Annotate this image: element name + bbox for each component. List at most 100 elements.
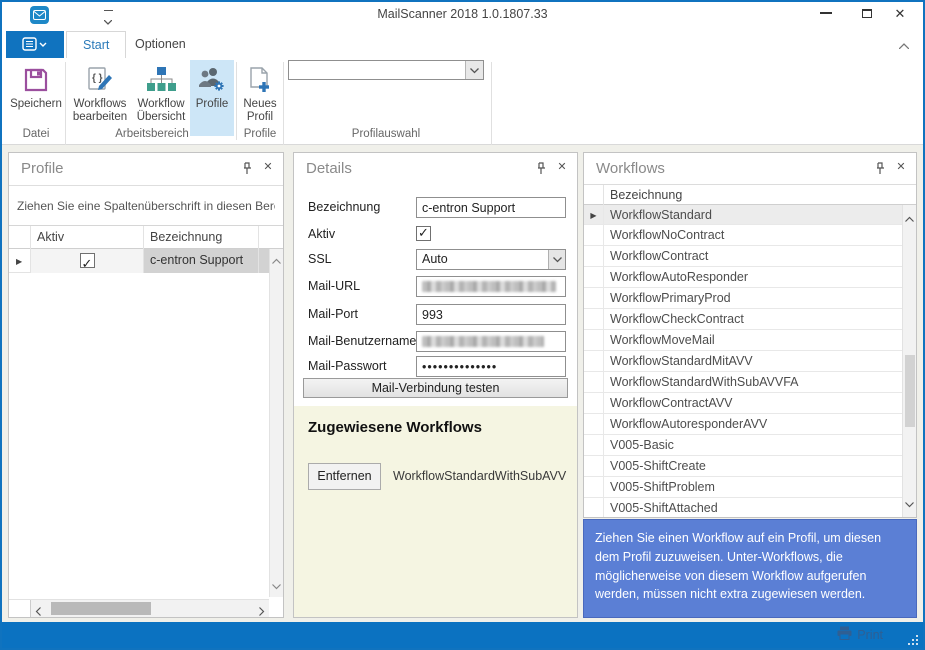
group-label-arbeitsbereich: Arbeitsbereich: [68, 126, 236, 142]
maximize-button[interactable]: [852, 2, 882, 26]
close-icon[interactable]: ✕: [555, 160, 569, 174]
ssl-select[interactable]: Auto: [416, 249, 566, 270]
pin-icon[interactable]: [241, 162, 255, 176]
row-indicator: [584, 456, 604, 477]
group-by-area[interactable]: Ziehen Sie eine Spaltenüberschrift in di…: [9, 185, 283, 226]
row-indicator: [584, 393, 604, 414]
info-text: Ziehen Sie einen Workflow auf ein Profil…: [595, 529, 905, 604]
profile-aktiv-cell[interactable]: [31, 249, 144, 273]
assigned-workflow-name: WorkflowStandardWithSubAVV: [393, 469, 566, 483]
mail-passwort-field[interactable]: [416, 356, 566, 377]
workflow-name: WorkflowAutoResponder: [610, 270, 748, 284]
row-indicator: ▶: [584, 205, 604, 226]
workflow-uebersicht-button[interactable]: Workflow Übersicht: [133, 60, 189, 136]
mail-url-field[interactable]: [416, 276, 566, 297]
new-document-icon: [239, 62, 281, 98]
workflow-row[interactable]: WorkflowAutoResponder: [584, 267, 902, 288]
row-indicator: [584, 225, 604, 246]
profile-row[interactable]: ▶ c-entron Support: [9, 249, 283, 273]
profile-extra-cell[interactable]: [259, 249, 269, 273]
close-icon[interactable]: ✕: [261, 160, 275, 174]
assigned-workflows-heading: Zugewiesene Workflows: [308, 419, 482, 436]
aktiv-checkbox[interactable]: [80, 253, 95, 268]
scroll-left-icon[interactable]: [35, 603, 41, 621]
profile-select-combobox[interactable]: [288, 60, 484, 80]
workflow-name: WorkflowNoContract: [610, 228, 724, 242]
save-button[interactable]: Speichern: [10, 60, 62, 136]
app-menu-icon: [22, 37, 48, 56]
workflow-name: V005-ShiftProblem: [610, 480, 715, 494]
workflow-row[interactable]: WorkflowNoContract: [584, 225, 902, 246]
column-header-bezeichnung[interactable]: Bezeichnung: [610, 188, 682, 202]
workflow-row[interactable]: V005-ShiftCreate: [584, 456, 902, 477]
scroll-down-icon[interactable]: [905, 495, 914, 513]
test-mail-connection-button[interactable]: Mail-Verbindung testen: [303, 378, 568, 398]
workflow-row[interactable]: WorkflowStandardWithSubAVVFA: [584, 372, 902, 393]
workflow-name: V005-ShiftCreate: [610, 459, 706, 473]
group-label-profilauswahl: Profilauswahl: [288, 126, 484, 142]
collapse-ribbon-icon[interactable]: [899, 36, 917, 52]
minimize-button[interactable]: [811, 2, 841, 26]
profile-button[interactable]: Profile: [190, 60, 234, 136]
workflow-row[interactable]: WorkflowContract: [584, 246, 902, 267]
workflow-name: WorkflowContractAVV: [610, 396, 733, 410]
pin-icon[interactable]: [874, 162, 888, 176]
profiles-vertical-scrollbar[interactable]: [269, 249, 283, 597]
column-header-partial[interactable]: [259, 226, 269, 249]
profile-bezeichnung-cell[interactable]: c-entron Support: [144, 249, 259, 273]
group-label-datei: Datei: [10, 126, 62, 142]
workflows-vertical-scrollbar[interactable]: [902, 205, 916, 517]
mail-port-field[interactable]: [416, 304, 566, 325]
column-header-aktiv[interactable]: Aktiv: [31, 226, 144, 249]
vertical-scroll-thumb[interactable]: [905, 355, 915, 427]
mail-benutzername-field[interactable]: [416, 331, 566, 352]
pin-icon[interactable]: [535, 162, 549, 176]
workflow-drag-info-box: Ziehen Sie einen Workflow auf ein Profil…: [583, 519, 917, 618]
printer-icon: [837, 626, 852, 643]
scroll-up-icon[interactable]: [905, 209, 914, 227]
window-title: MailScanner 2018 1.0.1807.33: [2, 7, 923, 21]
scroll-down-icon[interactable]: [272, 577, 281, 595]
field-label-mail-benutzername: Mail-Benutzername: [308, 334, 416, 348]
row-indicator: [584, 351, 604, 372]
details-panel: Details ✕ Bezeichnung Aktiv SSL Auto: [293, 152, 578, 618]
tab-start[interactable]: Start: [66, 31, 126, 58]
close-button[interactable]: ✕: [885, 2, 915, 26]
workflow-row[interactable]: V005-ShiftAttached: [584, 498, 902, 517]
workflow-row[interactable]: V005-Basic: [584, 435, 902, 456]
bezeichnung-field[interactable]: [416, 197, 566, 218]
workflow-row[interactable]: V005-ShiftProblem: [584, 477, 902, 498]
resize-grip[interactable]: [908, 635, 918, 645]
redacted-value: [422, 336, 544, 347]
workflow-row[interactable]: WorkflowPrimaryProd: [584, 288, 902, 309]
scroll-up-icon[interactable]: [272, 251, 281, 269]
svg-text:{ }: { }: [92, 73, 103, 84]
aktiv-field-checkbox[interactable]: [416, 226, 431, 241]
workflows-panel: Workflows ✕ Bezeichnung ▶ WorkflowStanda…: [583, 152, 917, 518]
horizontal-scroll-thumb[interactable]: [51, 602, 151, 615]
combobox-dropdown-icon[interactable]: [465, 61, 483, 79]
row-indicator: [584, 330, 604, 351]
scroll-right-icon[interactable]: [259, 603, 265, 621]
org-chart-icon: [133, 62, 189, 98]
remove-workflow-button[interactable]: Entfernen: [308, 463, 381, 490]
workflows-grid-header: Bezeichnung: [584, 184, 916, 205]
tab-optionen[interactable]: Optionen: [119, 31, 202, 58]
workflow-row[interactable]: WorkflowStandardMitAVV: [584, 351, 902, 372]
print-button[interactable]: Print: [837, 626, 883, 643]
close-icon[interactable]: ✕: [894, 160, 908, 174]
workflow-row[interactable]: WorkflowAutoresponderAVV: [584, 414, 902, 435]
workflow-name: WorkflowStandardMitAVV: [610, 354, 753, 368]
workflows-panel-header: Workflows ✕: [584, 153, 916, 185]
application-menu-button[interactable]: [6, 31, 64, 58]
select-dropdown-icon[interactable]: [548, 250, 565, 269]
workflow-name: WorkflowContract: [610, 249, 708, 263]
workflows-bearbeiten-button[interactable]: { } Workflows bearbeiten: [68, 60, 132, 136]
workflow-row[interactable]: ▶ WorkflowStandard: [584, 205, 902, 225]
column-header-bezeichnung[interactable]: Bezeichnung: [144, 226, 259, 249]
workflow-row[interactable]: WorkflowMoveMail: [584, 330, 902, 351]
workflow-row[interactable]: WorkflowContractAVV: [584, 393, 902, 414]
workflow-row[interactable]: WorkflowCheckContract: [584, 309, 902, 330]
neues-profil-button[interactable]: Neues Profil: [239, 60, 281, 136]
profiles-horizontal-scrollbar[interactable]: [9, 599, 269, 617]
